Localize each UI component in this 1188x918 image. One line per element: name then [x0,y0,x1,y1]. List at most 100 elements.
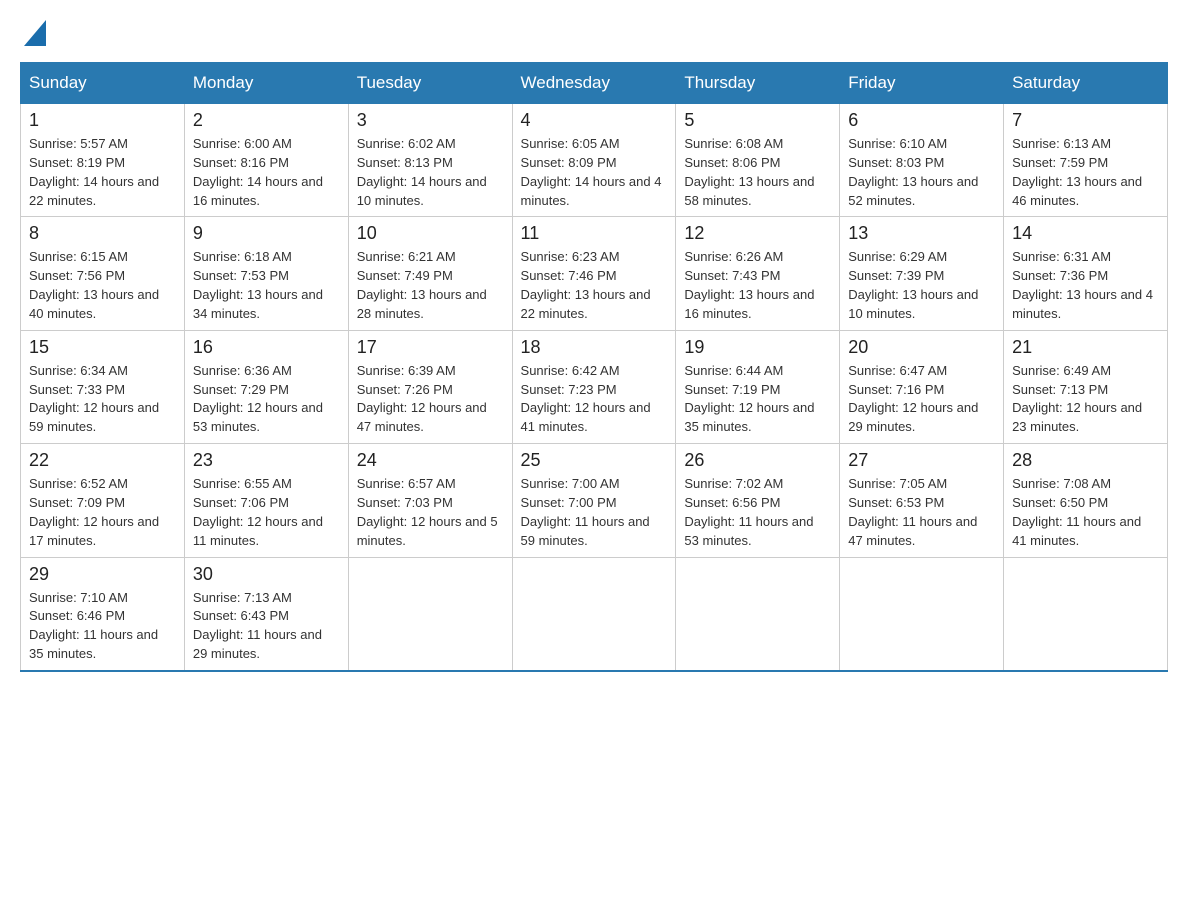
week-row-5: 29Sunrise: 7:10 AMSunset: 6:46 PMDayligh… [21,557,1168,671]
day-info: Sunrise: 6:21 AMSunset: 7:49 PMDaylight:… [357,248,504,323]
empty-cell [840,557,1004,671]
day-info: Sunrise: 7:08 AMSunset: 6:50 PMDaylight:… [1012,475,1159,550]
logo [20,20,46,42]
day-cell-6: 6 Sunrise: 6:10 AMSunset: 8:03 PMDaylight… [840,104,1004,217]
day-number: 26 [684,450,831,471]
day-cell-12: 12 Sunrise: 6:26 AMSunset: 7:43 PMDayligh… [676,217,840,330]
day-number: 8 [29,223,176,244]
day-info: Sunrise: 6:08 AMSunset: 8:06 PMDaylight:… [684,135,831,210]
day-info: Sunrise: 6:55 AMSunset: 7:06 PMDaylight:… [193,475,340,550]
day-number: 23 [193,450,340,471]
day-info: Sunrise: 6:52 AMSunset: 7:09 PMDaylight:… [29,475,176,550]
day-cell-18: 18 Sunrise: 6:42 AMSunset: 7:23 PMDayligh… [512,330,676,443]
day-cell-4: 4 Sunrise: 6:05 AMSunset: 8:09 PMDaylight… [512,104,676,217]
day-cell-15: 15Sunrise: 6:34 AMSunset: 7:33 PMDayligh… [21,330,185,443]
logo-triangle-icon [24,20,46,46]
day-number: 7 [1012,110,1159,131]
day-number: 3 [357,110,504,131]
day-info: Sunrise: 6:57 AMSunset: 7:03 PMDaylight:… [357,475,504,550]
day-cell-9: 9 Sunrise: 6:18 AMSunset: 7:53 PMDaylight… [184,217,348,330]
day-number: 13 [848,223,995,244]
day-cell-23: 23 Sunrise: 6:55 AMSunset: 7:06 PMDayligh… [184,444,348,557]
day-number: 11 [521,223,668,244]
empty-cell [512,557,676,671]
day-cell-20: 20 Sunrise: 6:47 AMSunset: 7:16 PMDayligh… [840,330,1004,443]
calendar-table: SundayMondayTuesdayWednesdayThursdayFrid… [20,62,1168,672]
day-cell-14: 14 Sunrise: 6:31 AMSunset: 7:36 PMDayligh… [1004,217,1168,330]
day-info: Sunrise: 6:18 AMSunset: 7:53 PMDaylight:… [193,248,340,323]
day-cell-17: 17 Sunrise: 6:39 AMSunset: 7:26 PMDayligh… [348,330,512,443]
day-number: 29 [29,564,176,585]
day-info: Sunrise: 7:02 AMSunset: 6:56 PMDaylight:… [684,475,831,550]
day-number: 4 [521,110,668,131]
col-header-thursday: Thursday [676,63,840,104]
day-number: 16 [193,337,340,358]
day-cell-22: 22 Sunrise: 6:52 AMSunset: 7:09 PMDayligh… [21,444,185,557]
day-cell-3: 3 Sunrise: 6:02 AMSunset: 8:13 PMDaylight… [348,104,512,217]
day-info: Sunrise: 6:36 AMSunset: 7:29 PMDaylight:… [193,362,340,437]
day-number: 1 [29,110,176,131]
day-info: Sunrise: 6:13 AMSunset: 7:59 PMDaylight:… [1012,135,1159,210]
day-info: Sunrise: 7:00 AMSunset: 7:00 PMDaylight:… [521,475,668,550]
day-cell-5: 5 Sunrise: 6:08 AMSunset: 8:06 PMDaylight… [676,104,840,217]
week-row-2: 8 Sunrise: 6:15 AMSunset: 7:56 PMDaylight… [21,217,1168,330]
day-cell-29: 29Sunrise: 7:10 AMSunset: 6:46 PMDayligh… [21,557,185,671]
day-number: 24 [357,450,504,471]
day-number: 30 [193,564,340,585]
day-number: 18 [521,337,668,358]
day-cell-13: 13 Sunrise: 6:29 AMSunset: 7:39 PMDayligh… [840,217,1004,330]
col-header-sunday: Sunday [21,63,185,104]
day-number: 12 [684,223,831,244]
day-number: 22 [29,450,176,471]
col-header-monday: Monday [184,63,348,104]
day-info: Sunrise: 6:10 AMSunset: 8:03 PMDaylight:… [848,135,995,210]
day-number: 19 [684,337,831,358]
day-info: Sunrise: 6:31 AMSunset: 7:36 PMDaylight:… [1012,248,1159,323]
day-cell-8: 8 Sunrise: 6:15 AMSunset: 7:56 PMDaylight… [21,217,185,330]
day-info: Sunrise: 7:05 AMSunset: 6:53 PMDaylight:… [848,475,995,550]
day-number: 27 [848,450,995,471]
day-info: Sunrise: 7:13 AMSunset: 6:43 PMDaylight:… [193,589,340,664]
day-number: 9 [193,223,340,244]
day-number: 28 [1012,450,1159,471]
day-info: Sunrise: 6:44 AMSunset: 7:19 PMDaylight:… [684,362,831,437]
day-cell-2: 2 Sunrise: 6:00 AMSunset: 8:16 PMDaylight… [184,104,348,217]
col-header-tuesday: Tuesday [348,63,512,104]
day-number: 17 [357,337,504,358]
day-info: Sunrise: 6:29 AMSunset: 7:39 PMDaylight:… [848,248,995,323]
day-info: Sunrise: 6:05 AMSunset: 8:09 PMDaylight:… [521,135,668,210]
day-number: 2 [193,110,340,131]
day-info: Sunrise: 5:57 AMSunset: 8:19 PMDaylight:… [29,135,176,210]
day-info: Sunrise: 6:42 AMSunset: 7:23 PMDaylight:… [521,362,668,437]
day-cell-1: 1 Sunrise: 5:57 AMSunset: 8:19 PMDaylight… [21,104,185,217]
day-cell-26: 26 Sunrise: 7:02 AMSunset: 6:56 PMDayligh… [676,444,840,557]
day-info: Sunrise: 6:26 AMSunset: 7:43 PMDaylight:… [684,248,831,323]
day-cell-19: 19 Sunrise: 6:44 AMSunset: 7:19 PMDayligh… [676,330,840,443]
col-header-saturday: Saturday [1004,63,1168,104]
day-number: 21 [1012,337,1159,358]
empty-cell [1004,557,1168,671]
page-header [20,20,1168,42]
day-number: 6 [848,110,995,131]
day-info: Sunrise: 6:39 AMSunset: 7:26 PMDaylight:… [357,362,504,437]
day-cell-27: 27 Sunrise: 7:05 AMSunset: 6:53 PMDayligh… [840,444,1004,557]
day-cell-10: 10 Sunrise: 6:21 AMSunset: 7:49 PMDayligh… [348,217,512,330]
day-cell-28: 28 Sunrise: 7:08 AMSunset: 6:50 PMDayligh… [1004,444,1168,557]
day-number: 10 [357,223,504,244]
days-of-week-row: SundayMondayTuesdayWednesdayThursdayFrid… [21,63,1168,104]
empty-cell [348,557,512,671]
day-number: 20 [848,337,995,358]
day-cell-11: 11Sunrise: 6:23 AMSunset: 7:46 PMDayligh… [512,217,676,330]
day-info: Sunrise: 6:00 AMSunset: 8:16 PMDaylight:… [193,135,340,210]
day-cell-24: 24 Sunrise: 6:57 AMSunset: 7:03 PMDayligh… [348,444,512,557]
day-number: 5 [684,110,831,131]
day-info: Sunrise: 6:15 AMSunset: 7:56 PMDaylight:… [29,248,176,323]
day-number: 15 [29,337,176,358]
col-header-wednesday: Wednesday [512,63,676,104]
day-info: Sunrise: 6:02 AMSunset: 8:13 PMDaylight:… [357,135,504,210]
day-cell-16: 16 Sunrise: 6:36 AMSunset: 7:29 PMDayligh… [184,330,348,443]
day-number: 14 [1012,223,1159,244]
day-info: Sunrise: 6:49 AMSunset: 7:13 PMDaylight:… [1012,362,1159,437]
day-info: Sunrise: 6:47 AMSunset: 7:16 PMDaylight:… [848,362,995,437]
empty-cell [676,557,840,671]
